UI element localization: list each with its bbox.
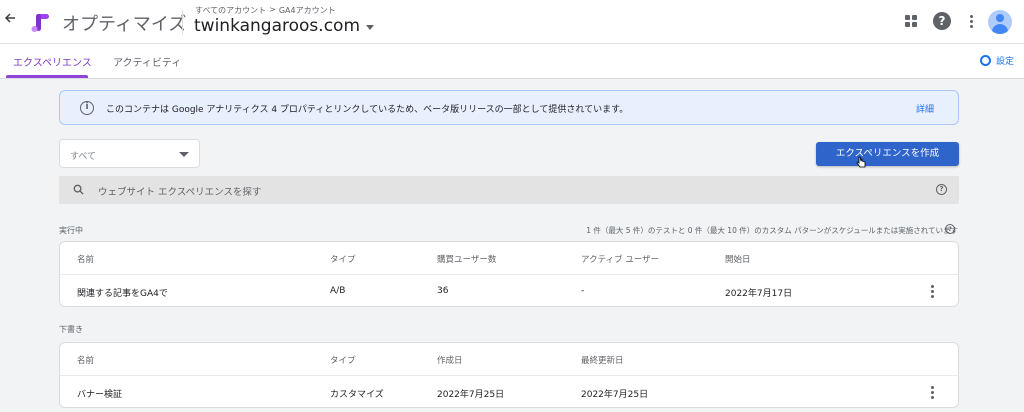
avatar[interactable] (988, 10, 1012, 34)
table-row[interactable]: バナー検証 カスタマイズ 2022年7月25日 2022年7月25日 (60, 375, 958, 407)
experience-type: カスタマイズ (330, 390, 384, 400)
tab-activity[interactable]: アクティビティ (113, 54, 181, 69)
created-date: 2022年7月25日 (437, 390, 505, 400)
more-vert-icon[interactable] (929, 385, 935, 399)
drafts-section-label: 下書き (59, 325, 83, 334)
search-input[interactable]: ウェブサイト エクスペリエンスを探す (98, 184, 261, 198)
experience-name[interactable]: 関連する記事をGA4で (77, 286, 168, 299)
tab-bar: エクスペリエンス アクティビティ 設定 (0, 44, 1024, 79)
column-header-start-date: 開始日 (725, 255, 751, 265)
pointer-cursor-icon (856, 156, 866, 168)
running-table: 名前 タイプ 購買ユーザー数 アクティブ ユーザー 開始日 関連する記事をGA4… (59, 241, 959, 307)
info-banner: i このコンテナは Google アナリティクス 4 プロパティとリンクしている… (59, 90, 959, 125)
app-header: オプティマイズ すべてのアカウント > GA4アカウント twinkangaro… (0, 0, 1024, 44)
column-header-active-users: アクティブ ユーザー (581, 255, 660, 265)
more-vert-icon[interactable] (929, 284, 935, 298)
column-header-type: タイプ (330, 356, 356, 366)
experience-type: A/B (330, 286, 346, 296)
experience-name[interactable]: バナー検証 (77, 387, 122, 400)
caret-down-icon (366, 24, 374, 30)
column-header-buyers: 購買ユーザー数 (437, 255, 497, 265)
running-quota-note: 1 件（最大 5 件）のテストと 0 件（最大 10 件）のカスタム パターンが… (586, 226, 958, 235)
column-header-name: 名前 (77, 356, 95, 366)
apps-grid-icon[interactable] (902, 12, 920, 30)
table-row[interactable]: 関連する記事をGA4で A/B 36 - 2022年7月17日 (60, 274, 958, 306)
account-selector[interactable]: twinkangaroos.com (194, 16, 374, 36)
more-vert-icon[interactable] (962, 12, 980, 30)
search-bar[interactable]: ウェブサイト エクスペリエンスを探す ? (59, 176, 959, 204)
column-header-name: 名前 (77, 255, 95, 265)
updated-date: 2022年7月25日 (581, 390, 649, 400)
table-header-row: 名前 タイプ 作成日 最終更新日 (60, 343, 958, 375)
breadcrumb-separator: > (269, 5, 276, 14)
settings-button[interactable]: 設定 (979, 54, 1014, 67)
column-header-type: タイプ (330, 255, 356, 265)
settings-label: 設定 (995, 57, 1014, 67)
info-icon: i (80, 101, 94, 115)
app-title: オプティマイズ (62, 14, 187, 35)
banner-text: このコンテナは Google アナリティクス 4 プロパティとリンクしているため… (106, 105, 629, 115)
column-header-updated: 最終更新日 (581, 356, 624, 366)
buyer-count: 36 (437, 286, 449, 296)
running-section-label: 実行中 (59, 226, 83, 235)
breadcrumb-all-accounts[interactable]: すべてのアカウント (195, 5, 266, 16)
optimize-logo-icon (30, 11, 52, 33)
status-filter-select[interactable]: すべて (59, 139, 200, 168)
start-date: 2022年7月17日 (725, 289, 793, 299)
active-users: - (581, 286, 585, 296)
help-icon[interactable]: ? (933, 12, 951, 30)
active-tab-indicator (6, 75, 88, 78)
filter-value: すべて (70, 152, 97, 162)
tab-experiences[interactable]: エクスペリエンス (13, 54, 92, 69)
column-header-created: 作成日 (437, 356, 463, 366)
breadcrumb-account[interactable]: GA4アカウント (279, 5, 336, 16)
caret-down-icon (179, 152, 189, 157)
gear-icon (979, 55, 991, 66)
search-help-icon[interactable]: ? (936, 184, 947, 195)
learn-more-link[interactable]: 詳細 (916, 102, 934, 115)
search-icon (73, 184, 84, 195)
back-arrow-icon[interactable] (4, 12, 20, 32)
quota-help-icon[interactable]: ? (945, 224, 955, 234)
create-experience-button[interactable]: エクスペリエンスを作成 (816, 142, 959, 166)
account-name: twinkangaroos.com (194, 16, 360, 36)
breadcrumb: すべてのアカウント > GA4アカウント (195, 5, 336, 16)
table-header-row: 名前 タイプ 購買ユーザー数 アクティブ ユーザー 開始日 (60, 242, 958, 274)
header-divider (182, 10, 183, 34)
drafts-table: 名前 タイプ 作成日 最終更新日 バナー検証 カスタマイズ 2022年7月25日… (59, 342, 959, 408)
